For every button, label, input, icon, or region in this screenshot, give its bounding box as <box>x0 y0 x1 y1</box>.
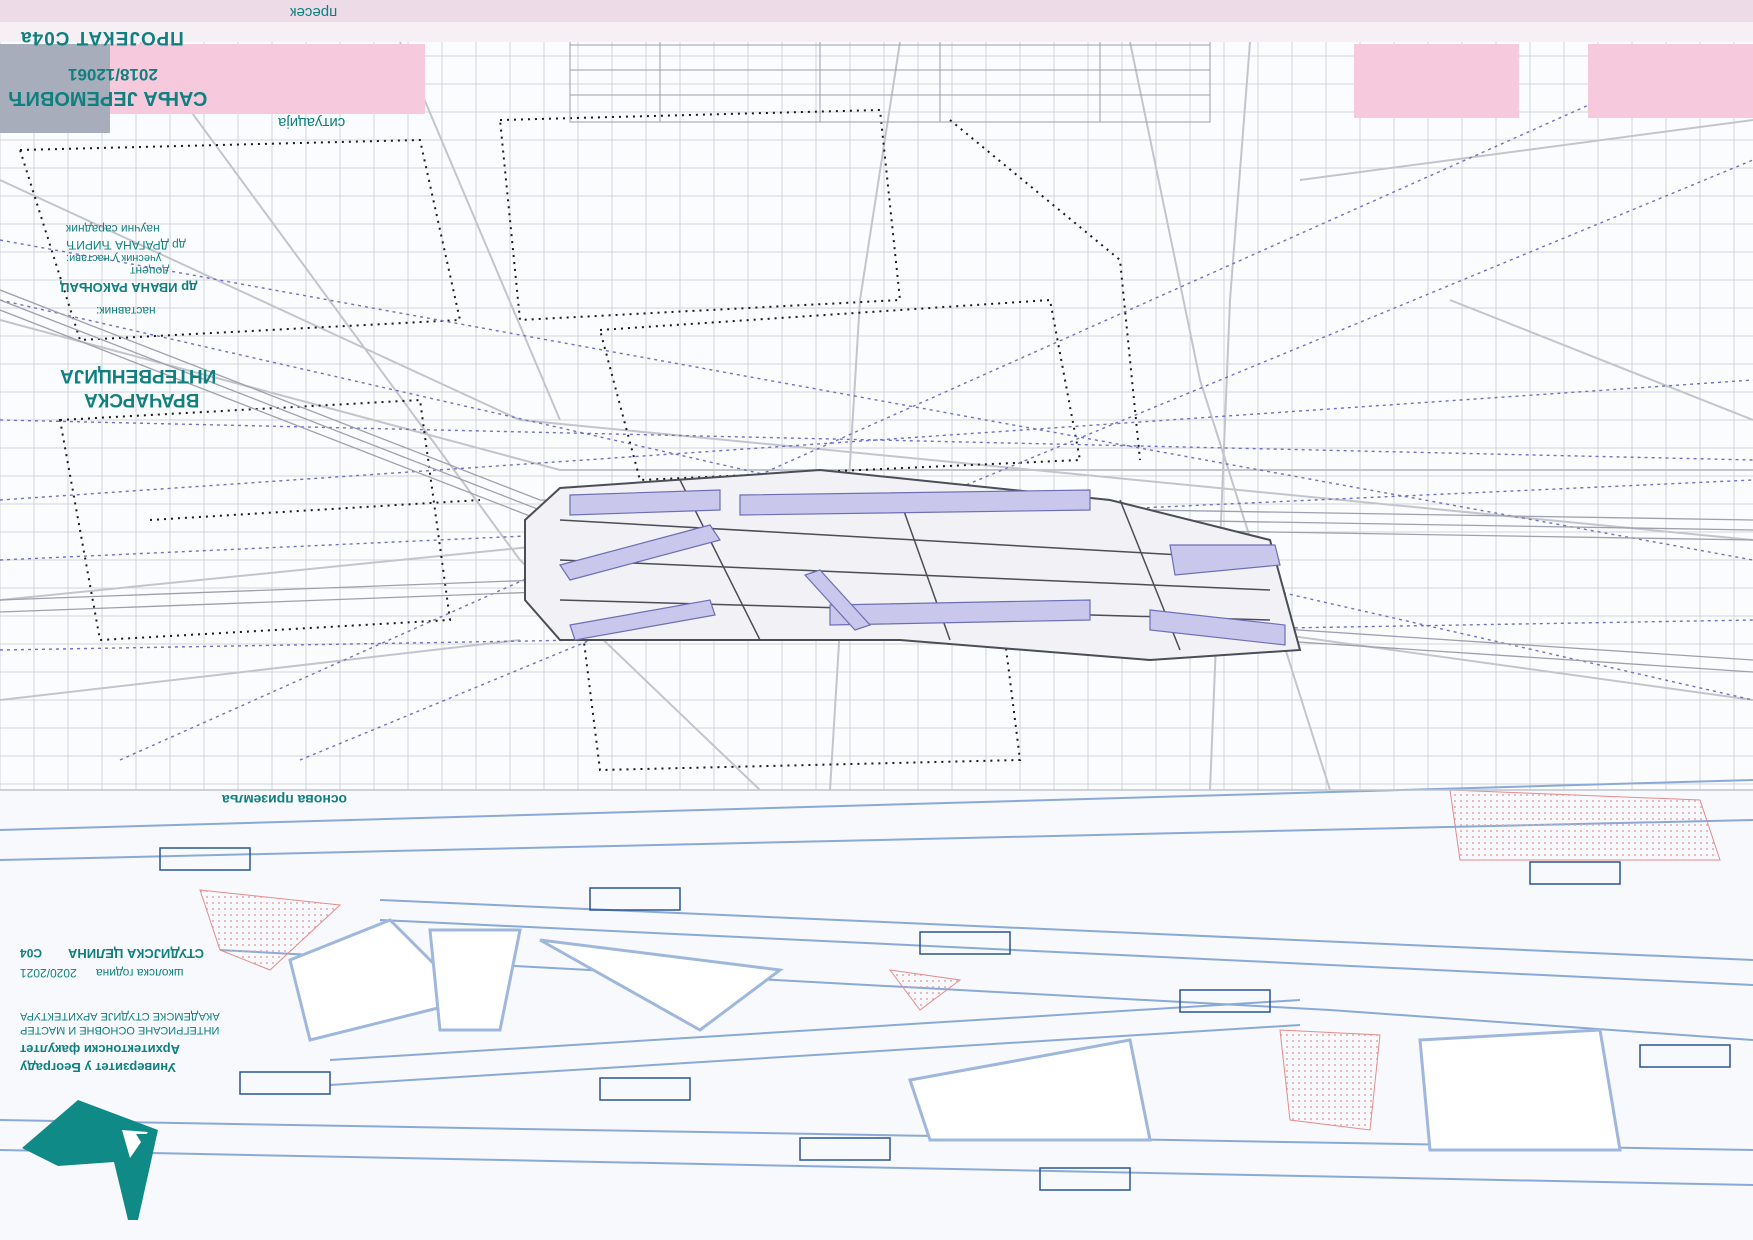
ground-floor-label: основа приземља <box>222 792 347 808</box>
faculty-name: Архитектонски факултет <box>20 1042 181 1057</box>
program-line1: ИНТЕГРИСАНЕ ОСНОВНЕ И МАСТЕР <box>20 1024 220 1036</box>
top-band-secondary <box>0 22 1753 42</box>
top-band <box>0 0 1753 22</box>
section-label: пресек <box>290 4 338 21</box>
studio-code: С04 <box>20 946 43 960</box>
mentor-1-name: др ИВАНА РАКОЊАЦ <box>60 280 198 295</box>
mentor-2-role-line: учесник у настави: <box>66 252 162 264</box>
presentation-sheet: пресек ПРОЈЕКАТ С04а 2018/12061 САЊА ЈЕР… <box>0 0 1753 1240</box>
university-name: Универзитет у Београду <box>20 1060 176 1075</box>
project-title-line2: ИНТЕРВЕНЦИЈА <box>60 365 217 386</box>
mentor-1-role: доцент <box>130 264 170 278</box>
right-pink-panel-2 <box>1588 44 1753 118</box>
school-year: 2020/2021 <box>20 966 77 980</box>
mentor-2-role: научни сарадник <box>66 222 160 236</box>
studio-label: СТУДИЈСКА ЦЕЛИНА <box>68 946 204 961</box>
author-name: САЊА ЈЕРЕМОВИЋ <box>8 87 208 109</box>
program-line2: АКАДЕМСКЕ СТУДИЈЕ АРХИТЕКТУРА <box>20 1010 220 1022</box>
site-map-drawing <box>0 21 1753 1240</box>
student-index: 2018/12061 <box>68 65 158 84</box>
faculty-logo-icon <box>22 1100 158 1220</box>
project-title-line1: ВРАЧАРСКА <box>84 389 200 410</box>
right-pink-panel-1 <box>1354 44 1519 118</box>
project-label: ПРОЈЕКАТ С04а <box>20 27 184 48</box>
situation-label: ситуација <box>278 114 346 131</box>
mentor-2-name: др ДРАГАНА ЋИРИЋ <box>66 238 186 252</box>
school-year-label: школска година <box>96 966 184 980</box>
mentors-heading: наставник: <box>96 304 156 318</box>
